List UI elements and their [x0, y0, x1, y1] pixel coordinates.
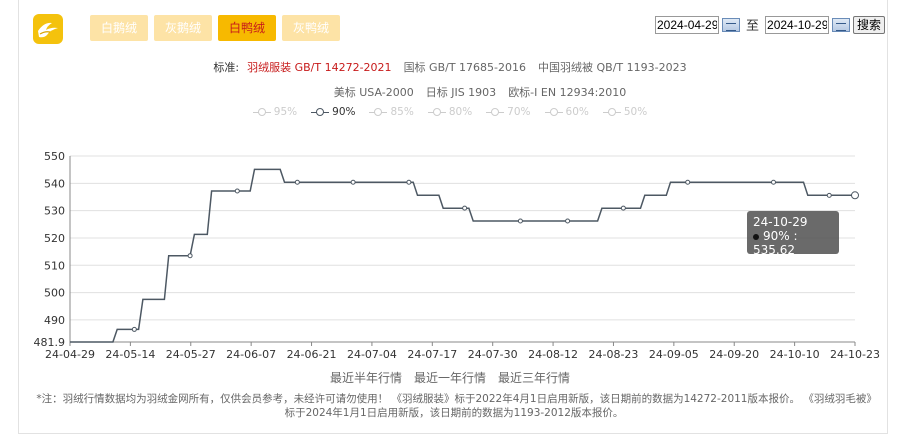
range-link-three-years[interactable]: 最近三年行情 — [498, 369, 570, 386]
y-tick-label: 550 — [44, 150, 65, 163]
range-links: 最近半年行情 最近一年行情 最近三年行情 — [0, 369, 900, 386]
x-tick-label: 24-09-05 — [649, 348, 699, 361]
range-link-half-year[interactable]: 最近半年行情 — [330, 369, 402, 386]
tooltip-series: 90% — [763, 229, 790, 243]
data-point — [685, 179, 691, 185]
y-tick-label: 540 — [44, 177, 65, 190]
data-point — [620, 205, 626, 211]
data-point — [131, 326, 137, 332]
data-point — [565, 218, 571, 224]
x-tick-label: 24-05-27 — [166, 348, 216, 361]
y-tick-label: 510 — [44, 259, 65, 272]
tooltip-value-row: 90% : 535.62 — [753, 229, 798, 257]
y-tick-label: 530 — [44, 205, 65, 218]
data-point — [851, 191, 859, 200]
range-link-one-year[interactable]: 最近一年行情 — [414, 369, 486, 386]
y-tick-label: 520 — [44, 232, 65, 245]
x-tick-label: 24-07-17 — [407, 348, 457, 361]
tooltip-date: 24-10-29 — [753, 215, 808, 229]
data-point — [406, 179, 412, 185]
x-tick-label: 24-08-23 — [588, 348, 638, 361]
tooltip-value: 535.62 — [753, 243, 795, 257]
x-tick-label: 24-07-04 — [347, 348, 397, 361]
x-tick-label: 24-09-20 — [709, 348, 759, 361]
data-point — [187, 253, 193, 259]
data-point — [294, 179, 300, 185]
data-point — [770, 179, 776, 185]
x-tick-label: 24-10-23 — [830, 348, 880, 361]
x-tick-label: 24-06-21 — [287, 348, 337, 361]
data-point — [517, 218, 523, 224]
y-tick-label: 490 — [44, 314, 65, 327]
price-line-chart: 481.949050051052053054055024-04-29 24-05-… — [34, 150, 880, 361]
x-tick-label: 24-05-14 — [105, 348, 155, 361]
data-point — [234, 188, 240, 194]
y-tick-label: 500 — [44, 287, 65, 300]
chart-tooltip: 24-10-29 90% : 535.62 — [747, 211, 839, 257]
x-tick-label: 24-04-29 — [45, 348, 95, 361]
x-tick-label: 24-07-30 — [468, 348, 518, 361]
x-tick-label: 24-06-07 — [226, 348, 276, 361]
disclaimer-note: *注：羽绒行情数据均为羽绒金网所有，仅供会员参考，未经许可请勿使用！ 《羽绒服装… — [36, 393, 872, 419]
x-tick-label: 24-10-10 — [770, 348, 820, 361]
data-point — [826, 192, 832, 198]
data-point — [462, 205, 468, 211]
x-tick-label: 24-08-12 — [528, 348, 578, 361]
data-point — [350, 179, 356, 185]
series-dot-icon — [753, 233, 759, 240]
